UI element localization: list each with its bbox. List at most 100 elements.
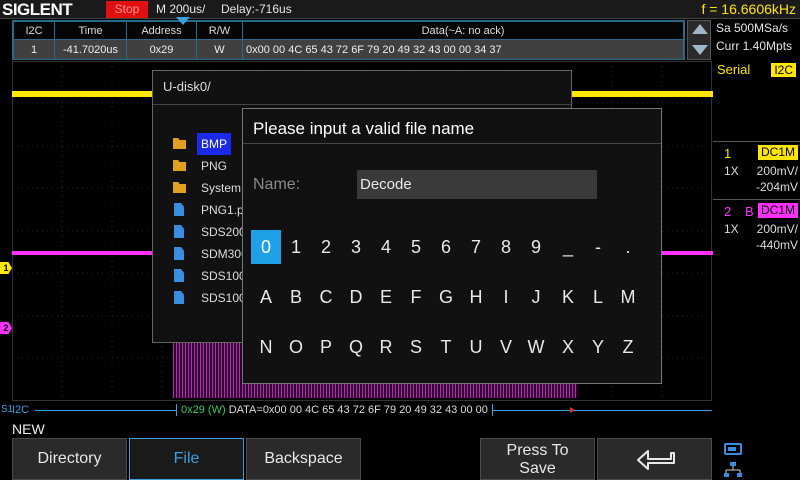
connectivity-indicators — [716, 440, 800, 480]
col-header-rw: R/W — [196, 21, 243, 40]
press-to-save-button[interactable]: Press To Save — [480, 438, 595, 480]
key-j[interactable]: J — [521, 280, 551, 314]
ch1-trace-left — [12, 91, 153, 97]
directory-button[interactable]: Directory — [12, 438, 127, 480]
key-period[interactable]: . — [613, 230, 643, 264]
key-b[interactable]: B — [281, 280, 311, 314]
key-7[interactable]: 7 — [461, 230, 491, 264]
ch2-offset: -440mV — [755, 238, 798, 252]
ch1-probe: 1X — [724, 164, 739, 178]
key-w[interactable]: W — [521, 330, 551, 364]
keyboard-row-n-z: N O P Q R S T U V W X Y Z — [251, 330, 656, 380]
key-3[interactable]: 3 — [341, 230, 371, 264]
file-button[interactable]: File — [129, 438, 244, 480]
key-1[interactable]: 1 — [281, 230, 311, 264]
grid-left-edge — [12, 61, 13, 401]
list-item-name: System — [201, 181, 242, 195]
key-e[interactable]: E — [371, 280, 401, 314]
return-button[interactable] — [597, 438, 712, 480]
file-browser-divider — [153, 104, 571, 105]
ch1-settings-box[interactable]: 1 DC1M 1X 200mV/ -204mV — [713, 141, 800, 199]
serial-label: Serial — [717, 62, 751, 77]
key-g[interactable]: G — [431, 280, 461, 314]
file-icon — [174, 291, 184, 304]
key-hyphen[interactable]: - — [583, 230, 613, 264]
key-c[interactable]: C — [311, 280, 341, 314]
i2c-bus-decode-line: S1 I2C 0x29 (W) DATA=0x00 00 4C 65 43 72… — [0, 403, 712, 417]
cell-address: 0x29 — [126, 39, 197, 60]
col-header-data: Data(~A: no ack) — [242, 21, 684, 40]
memory-depth: Curr 1.40Mpts — [716, 39, 793, 53]
key-l[interactable]: L — [583, 280, 613, 314]
scroll-down-icon[interactable] — [692, 45, 708, 55]
filename-input[interactable] — [357, 170, 597, 199]
key-n[interactable]: N — [251, 330, 281, 364]
cell-index: 1 — [13, 39, 55, 60]
key-o[interactable]: O — [281, 330, 311, 364]
usb-storage-icon — [724, 443, 742, 455]
bus-address: 0x29 (W) — [181, 404, 226, 416]
key-underscore[interactable]: _ — [553, 230, 583, 264]
key-a[interactable]: A — [251, 280, 281, 314]
ch2-volts-div: 200mV/ — [756, 222, 798, 236]
serial-decode-indicator[interactable]: Serial I2C — [713, 61, 800, 79]
key-d[interactable]: D — [341, 280, 371, 314]
key-u[interactable]: U — [461, 330, 491, 364]
key-m[interactable]: M — [613, 280, 643, 314]
key-8[interactable]: 8 — [491, 230, 521, 264]
menu-title: NEW — [12, 421, 45, 437]
save-label-line2: Save — [519, 460, 556, 477]
list-item-name: PNG1.p — [201, 203, 244, 217]
key-r[interactable]: R — [371, 330, 401, 364]
ch1-coupling-badge: DC1M — [757, 145, 798, 160]
decode-table-scroll[interactable] — [687, 20, 711, 60]
ch2-trace-right — [662, 251, 713, 255]
cell-rw: W — [196, 39, 243, 60]
delay-readout: Delay:-716us — [221, 2, 292, 16]
table-row[interactable]: 1 -41.7020us 0x29 W 0x00 00 4C 65 43 72 … — [13, 39, 684, 60]
key-t[interactable]: T — [431, 330, 461, 364]
ch1-offset-marker[interactable]: 1 — [0, 262, 12, 274]
key-6[interactable]: 6 — [431, 230, 461, 264]
key-p[interactable]: P — [311, 330, 341, 364]
key-2[interactable]: 2 — [311, 230, 341, 264]
return-arrow-icon — [637, 450, 675, 470]
key-4[interactable]: 4 — [371, 230, 401, 264]
key-y[interactable]: Y — [583, 330, 613, 364]
filename-input-dialog: Please input a valid file name Name: 0 1… — [242, 108, 662, 384]
ch2-bw-limit-flag: B — [745, 204, 754, 219]
ch2-offset-marker[interactable]: 2 — [0, 322, 12, 334]
ch2-number: 2 — [724, 204, 732, 219]
key-f[interactable]: F — [401, 280, 431, 314]
key-k[interactable]: K — [553, 280, 583, 314]
network-icon — [724, 462, 742, 477]
key-s[interactable]: S — [401, 330, 431, 364]
key-9[interactable]: 9 — [521, 230, 551, 264]
backspace-button[interactable]: Backspace — [246, 438, 361, 480]
key-z[interactable]: Z — [613, 330, 643, 364]
list-item-name: PNG — [201, 159, 228, 173]
key-0[interactable]: 0 — [251, 230, 281, 264]
key-v[interactable]: V — [491, 330, 521, 364]
folder-icon — [173, 138, 186, 149]
key-5[interactable]: 5 — [401, 230, 431, 264]
key-q[interactable]: Q — [341, 330, 371, 364]
run-stop-status[interactable]: Stop — [106, 1, 148, 18]
folder-icon — [173, 160, 186, 171]
decode-list-table: I2C Time Address R/W Data(~A: no ack) 1 … — [12, 20, 685, 60]
ch2-settings-box[interactable]: 2 B DC1M 1X 200mV/ -440mV — [713, 199, 800, 257]
key-x[interactable]: X — [553, 330, 583, 364]
col-header-time: Time — [54, 21, 127, 40]
file-icon — [174, 225, 184, 238]
cell-data: 0x00 00 4C 65 43 72 6F 79 20 49 32 43 00… — [242, 39, 684, 60]
keyboard-row-a-m: A B C D E F G H I J K L M — [251, 280, 656, 330]
bus-frame-label: 0x29 (W) DATA=0x00 00 4C 65 43 72 6F 79 … — [176, 404, 493, 416]
scroll-up-icon[interactable] — [692, 24, 708, 34]
virtual-keyboard: 0 1 2 3 4 5 6 7 8 9 _ - . A B C D E F G … — [251, 230, 656, 380]
frequency-counter: f = 16.6606kHz — [701, 1, 796, 17]
dialog-divider — [243, 143, 661, 144]
col-header-protocol: I2C — [13, 21, 55, 40]
key-h[interactable]: H — [461, 280, 491, 314]
serial-protocol-badge: I2C — [771, 63, 796, 77]
key-i[interactable]: I — [491, 280, 521, 314]
